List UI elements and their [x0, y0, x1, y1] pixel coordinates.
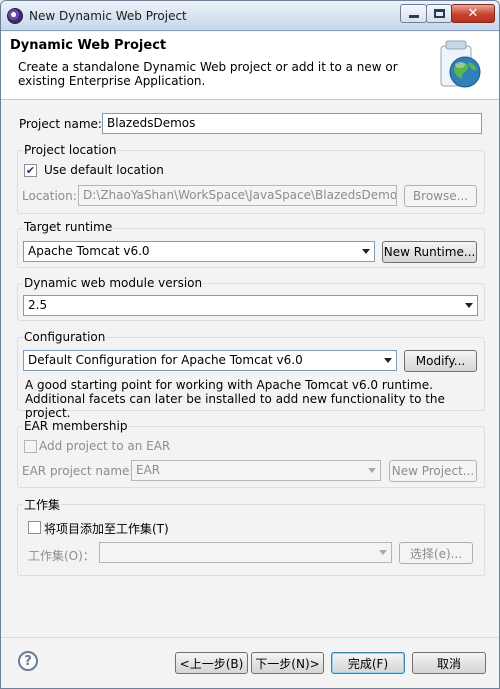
dialog-window: New Dynamic Web Project ✕ Dynamic Web Pr… [0, 0, 500, 689]
working-sets-label: 工作集(O)： [28, 549, 95, 563]
app-icon [7, 8, 23, 24]
finish-button[interactable]: 完成(F) [331, 652, 405, 674]
back-button[interactable]: <上一步(B) [175, 652, 248, 674]
target-runtime-group-label: Target runtime [23, 220, 114, 234]
close-icon: ✕ [467, 6, 479, 21]
header-banner: Dynamic Web Project Create a standalone … [1, 32, 499, 100]
configuration-group-label: Configuration [23, 330, 107, 344]
maximize-button[interactable] [426, 4, 452, 23]
chevron-down-icon [362, 249, 370, 254]
add-to-working-set-checkbox[interactable] [28, 521, 41, 534]
footer-separator [1, 637, 499, 638]
project-location-group-label: Project location [23, 143, 118, 157]
configuration-select[interactable]: Default Configuration for Apache Tomcat … [23, 350, 397, 371]
maximize-icon [433, 9, 445, 18]
ear-membership-group-label: EAR membership [23, 419, 129, 433]
minimize-button[interactable] [400, 4, 427, 23]
help-icon[interactable]: ? [18, 651, 38, 671]
chevron-down-icon [465, 303, 473, 308]
location-input[interactable]: D:\ZhaoYaShan\WorkSpace\JavaSpace\Blazed… [78, 185, 397, 206]
project-name-label: Project name: [19, 117, 102, 131]
add-to-ear-label: Add project to an EAR [39, 439, 171, 453]
minimize-icon [408, 15, 419, 18]
target-runtime-select[interactable]: Apache Tomcat v6.0 [23, 241, 375, 262]
window-title: New Dynamic Web Project [29, 9, 187, 23]
configuration-value: Default Configuration for Apache Tomcat … [28, 353, 303, 367]
ear-project-name-value: EAR [136, 463, 161, 477]
cancel-button[interactable]: 取消 [412, 652, 486, 674]
banner-description: Create a standalone Dynamic Web project … [18, 60, 398, 88]
banner-title: Dynamic Web Project [10, 38, 167, 53]
close-button[interactable]: ✕ [451, 4, 495, 23]
chevron-down-icon [368, 468, 376, 473]
use-default-location-checkbox[interactable]: ✔ [24, 164, 37, 177]
use-default-location-label: Use default location [44, 163, 164, 177]
next-button[interactable]: 下一步(N)> [251, 652, 324, 674]
module-version-value: 2.5 [28, 298, 48, 312]
ear-project-name-label: EAR project name: [22, 464, 134, 478]
modify-button[interactable]: Modify... [404, 350, 477, 372]
new-ear-project-button[interactable]: New Project... [389, 460, 477, 482]
working-set-group [17, 504, 485, 576]
add-to-working-set-label: 将项目添加至工作集(T) [44, 522, 169, 536]
module-version-select[interactable]: 2.5 [23, 295, 478, 316]
new-runtime-button[interactable]: New Runtime... [382, 241, 477, 263]
checkmark-icon: ✔ [25, 164, 36, 177]
chevron-down-icon [384, 358, 392, 363]
title-bar: New Dynamic Web Project ✕ [1, 1, 499, 31]
ear-project-name-select[interactable]: EAR [131, 460, 381, 481]
working-sets-select[interactable] [99, 542, 392, 563]
select-working-set-button[interactable]: 选择(e)... [399, 542, 473, 564]
chevron-down-icon [379, 550, 387, 555]
target-runtime-value: Apache Tomcat v6.0 [28, 244, 150, 258]
project-name-input[interactable]: BlazedsDemos [102, 113, 482, 134]
web-project-globe-icon [440, 40, 481, 88]
browse-button[interactable]: Browse... [404, 185, 477, 207]
module-version-group-label: Dynamic web module version [23, 276, 204, 290]
working-set-group-label: 工作集 [23, 496, 62, 513]
add-to-ear-checkbox[interactable] [24, 440, 37, 453]
configuration-description: A good starting point for working with A… [25, 378, 445, 420]
location-label: Location: [22, 189, 77, 203]
